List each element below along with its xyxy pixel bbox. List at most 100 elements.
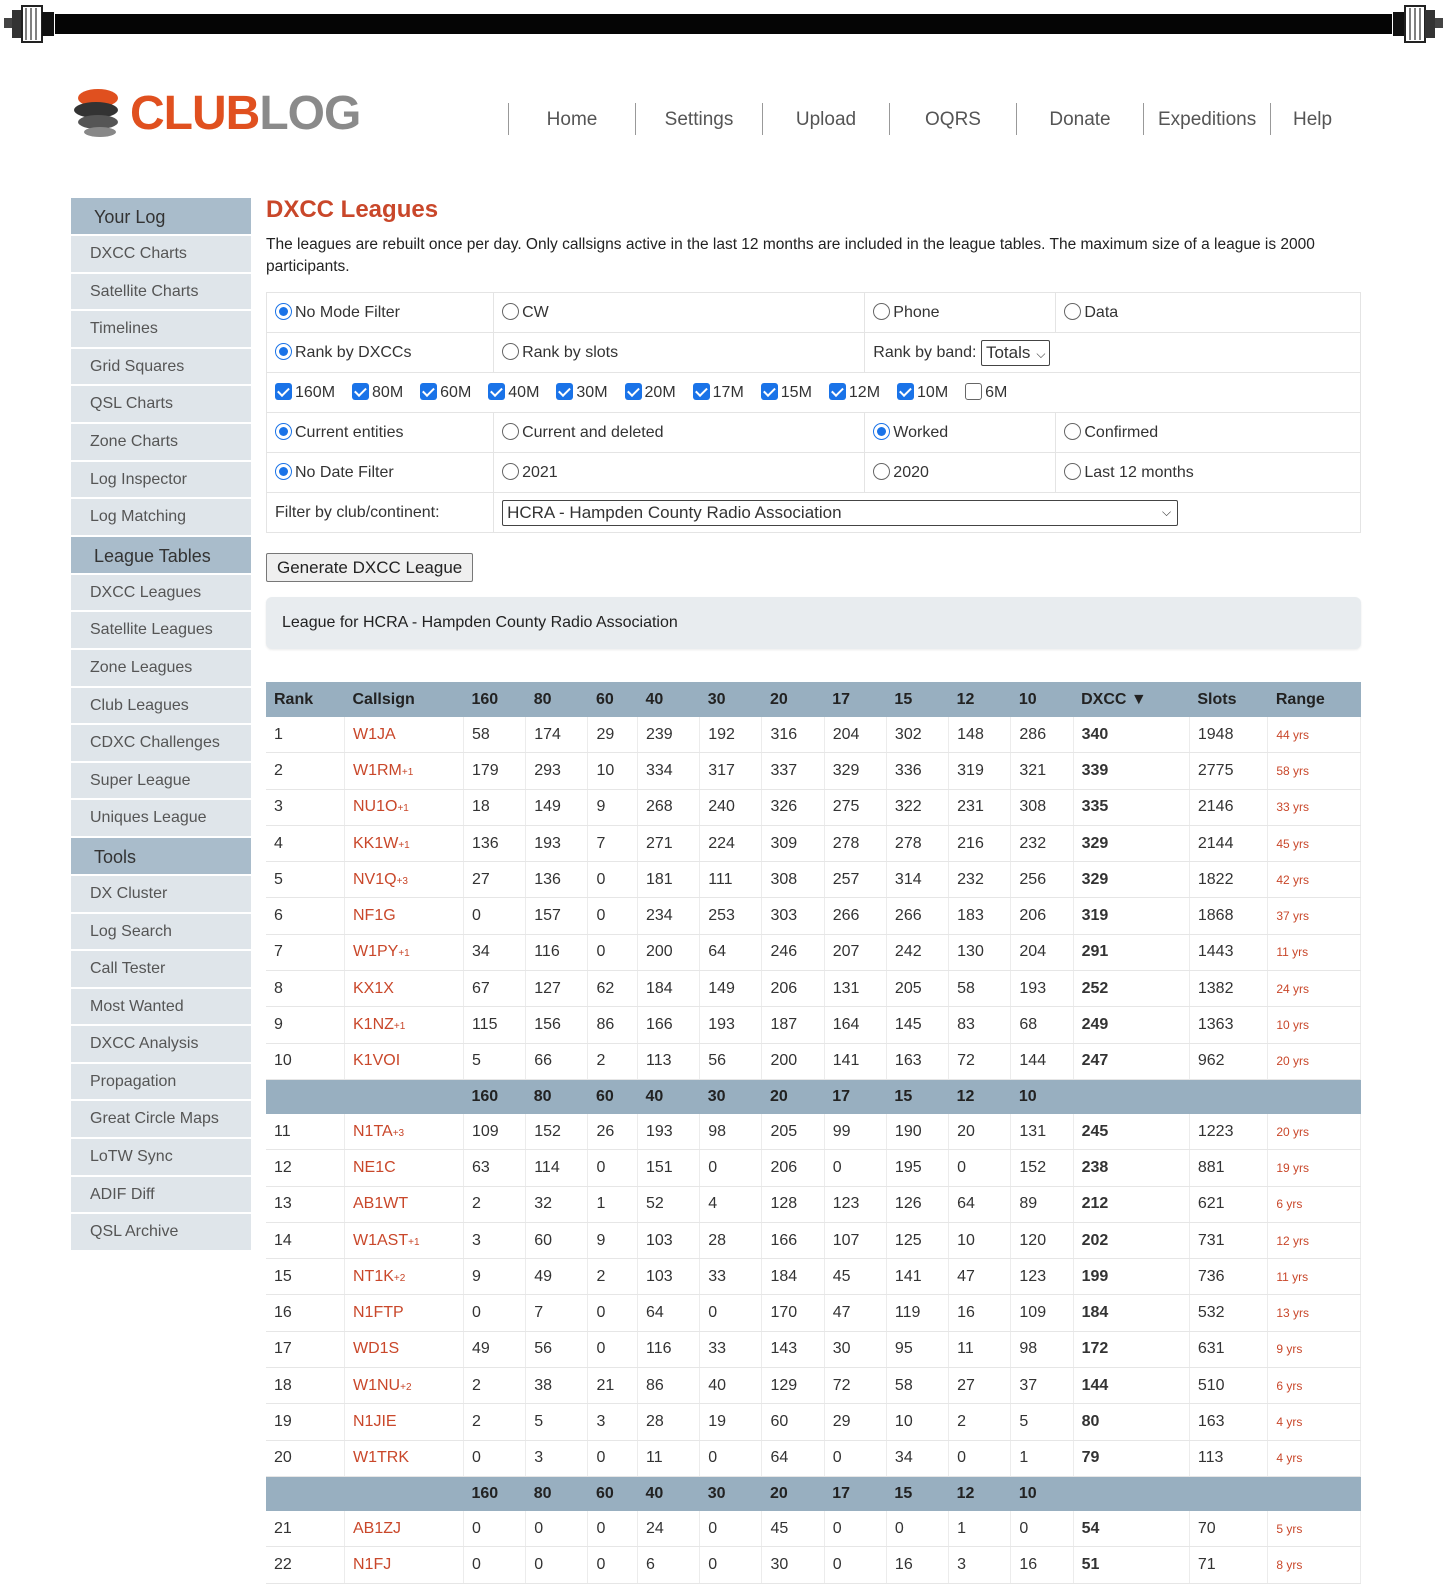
range-link[interactable]: 13 yrs [1267,1294,1361,1332]
column-header[interactable]: 17 [824,682,887,717]
sidebar-item[interactable]: Uniques League [71,800,251,838]
radio-icon[interactable] [873,303,891,320]
sidebar-item[interactable]: Super League [71,763,251,801]
range-link[interactable]: 20 yrs [1267,1043,1361,1080]
band-checkbox-12m[interactable]: 12M [828,383,880,401]
radio-icon[interactable] [873,423,891,440]
column-header[interactable]: DXCC ▼ [1073,682,1190,717]
range-link[interactable]: 11 yrs [1267,1258,1361,1296]
date-filter-option[interactable]: No Date Filter [265,452,495,493]
band-checkbox-17m[interactable]: 17M [692,383,744,401]
band-checkbox-20m[interactable]: 20M [624,383,676,401]
entity-filter-option[interactable]: Worked [864,412,1057,453]
range-link[interactable]: 4 yrs [1267,1440,1361,1477]
checkbox-icon[interactable] [897,383,915,400]
callsign-link[interactable]: AB1ZJ [344,1510,464,1548]
checkbox-icon[interactable] [828,383,846,400]
column-header[interactable]: 10 [1010,682,1074,717]
radio-icon[interactable] [275,423,292,440]
sidebar-item[interactable]: Zone Charts [71,424,251,462]
date-filter-option[interactable]: 2021 [493,452,866,493]
band-checkbox-10m[interactable]: 10M [897,383,948,401]
date-filter-option[interactable]: Last 12 months [1055,452,1361,493]
range-link[interactable]: 58 yrs [1267,752,1361,790]
sidebar-item[interactable]: Log Search [71,914,251,952]
sidebar-item[interactable]: Zone Leagues [71,650,251,688]
mode-filter-option[interactable]: Data [1055,292,1361,333]
radio-icon[interactable] [502,343,520,360]
callsign-link[interactable]: W1TRK [344,1440,464,1477]
column-header[interactable]: 40 [637,682,700,717]
callsign-text[interactable]: N1TA [353,1123,393,1140]
checkbox-icon[interactable] [760,383,778,400]
sidebar-item[interactable]: Most Wanted [71,989,251,1027]
nav-help[interactable]: Help [1270,103,1353,135]
nav-upload[interactable]: Upload [762,103,889,135]
callsign-text[interactable]: W1JA [353,726,396,743]
mode-filter-option[interactable]: No Mode Filter [265,292,495,333]
callsign-text[interactable]: W1NU [353,1377,400,1394]
nav-donate[interactable]: Donate [1016,103,1143,135]
callsign-text[interactable]: N1FJ [353,1556,391,1573]
radio-icon[interactable] [275,303,292,320]
club-filter-select[interactable]: HCRA - Hampden County Radio Association ⌵ [502,499,1179,526]
nav-oqrs[interactable]: OQRS [889,103,1016,135]
radio-icon[interactable] [1064,303,1082,320]
callsign-text[interactable]: N1JIE [353,1413,397,1430]
sidebar-item[interactable]: Club Leagues [71,688,251,726]
nav-settings[interactable]: Settings [635,103,762,135]
callsign-text[interactable]: NT1K [353,1268,394,1285]
sidebar-item[interactable]: QSL Archive [71,1214,251,1252]
range-link[interactable]: 10 yrs [1267,1006,1361,1044]
range-link[interactable]: 8 yrs [1267,1546,1361,1584]
sidebar-item[interactable]: Call Tester [71,951,251,989]
range-link[interactable]: 6 yrs [1267,1367,1361,1405]
range-link[interactable]: 19 yrs [1267,1149,1361,1187]
entity-filter-option[interactable]: Current and deleted [493,412,866,453]
callsign-link[interactable]: K1VOI [344,1043,464,1080]
range-link[interactable]: 11 yrs [1267,934,1361,972]
checkbox-icon[interactable] [556,383,574,400]
column-header[interactable]: Range [1267,682,1361,717]
sidebar-item[interactable]: Log Matching [71,499,251,537]
callsign-link[interactable]: WD1S [344,1331,464,1369]
range-link[interactable]: 24 yrs [1267,970,1361,1008]
range-link[interactable]: 4 yrs [1267,1403,1361,1441]
callsign-link[interactable]: W1PY+1 [344,934,464,972]
radio-icon[interactable] [502,303,520,320]
band-checkbox-160m[interactable]: 160M [275,383,335,401]
callsign-link[interactable]: N1FJ [344,1546,464,1584]
column-header[interactable]: 15 [886,682,949,717]
callsign-text[interactable]: NV1Q [353,871,397,888]
sidebar-item[interactable]: DXCC Analysis [71,1026,251,1064]
radio-icon[interactable] [275,463,292,480]
callsign-link[interactable]: AB1WT [344,1186,464,1223]
column-header[interactable]: Callsign [344,682,464,717]
range-link[interactable]: 45 yrs [1267,825,1361,863]
rank-by-dxccs[interactable]: Rank by DXCCs [265,332,495,373]
sidebar-item[interactable]: ADIF Diff [71,1177,251,1215]
radio-icon[interactable] [873,463,891,480]
sidebar-item[interactable]: Great Circle Maps [71,1101,251,1140]
callsign-link[interactable]: NV1Q+3 [344,861,464,899]
callsign-link[interactable]: NF1G [344,897,464,935]
callsign-text[interactable]: W1PY [353,943,398,960]
range-link[interactable]: 33 yrs [1267,789,1361,826]
radio-icon[interactable] [275,343,292,360]
band-checkbox-40m[interactable]: 40M [488,383,539,401]
callsign-link[interactable]: W1AST+1 [344,1222,464,1260]
callsign-link[interactable]: KK1W+1 [344,825,464,863]
callsign-text[interactable]: NF1G [353,907,396,924]
range-link[interactable]: 42 yrs [1267,861,1361,899]
column-header[interactable]: 30 [699,682,762,717]
column-header[interactable]: 20 [761,682,825,717]
sidebar-item[interactable]: Log Inspector [71,462,251,500]
callsign-text[interactable]: K1VOI [353,1052,400,1069]
entity-filter-option[interactable]: Current entities [265,412,495,453]
sidebar-item[interactable]: DXCC Charts [71,236,251,274]
checkbox-icon[interactable] [965,383,983,400]
callsign-link[interactable]: NE1C [344,1149,464,1187]
radio-icon[interactable] [502,423,520,440]
callsign-text[interactable]: NU1O [353,798,397,815]
callsign-link[interactable]: W1NU+2 [344,1367,464,1405]
